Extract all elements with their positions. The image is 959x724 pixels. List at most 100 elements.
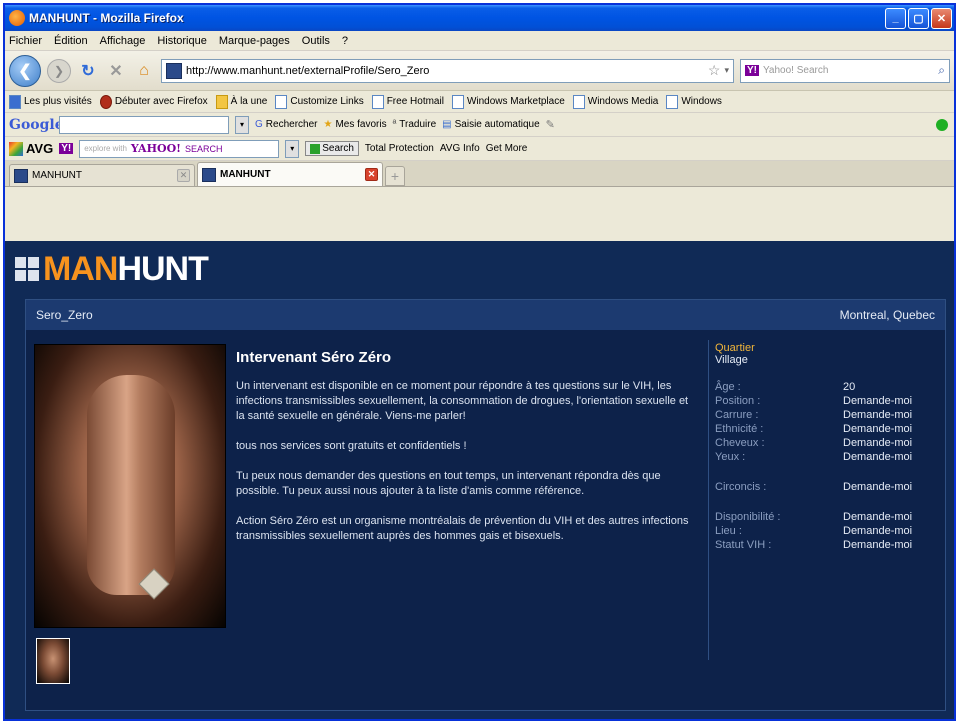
minimize-button[interactable]: _ [885,7,906,29]
avg-search-dropdown-icon[interactable]: ▾ [285,139,300,158]
google-g-icon: G [255,119,263,130]
menu-bar: Fichier Édition Affichage Historique Mar… [5,31,954,51]
avg-search-button-label: Search [322,143,354,154]
wrench-icon[interactable]: ✎ [546,118,555,131]
attr-value: Demande-moi [843,423,913,435]
firefox-icon [9,10,25,26]
google-logo[interactable]: Google [9,117,64,133]
yahoo-engine-icon[interactable]: Y! [745,65,759,76]
bookmark-label: Windows Media [587,96,659,107]
tab-close-icon[interactable]: ✕ [365,168,378,181]
tab-manhunt-2[interactable]: MANHUNT ✕ [197,162,383,186]
close-button[interactable]: ✕ [931,7,952,29]
bookmark-customize-links[interactable]: Customize Links [275,94,364,109]
translate-icon: ª [392,119,397,130]
menu-edition[interactable]: Édition [54,35,88,47]
bookmark-windows[interactable]: Windows [666,94,722,109]
avg-logo[interactable]: AVG [9,141,53,156]
avg-total-protection[interactable]: Total Protection [365,143,434,154]
attr-key: Ethnicité : [715,423,764,435]
menu-outils[interactable]: Outils [302,35,330,47]
attr-value: 20 [843,381,856,393]
avg-info[interactable]: AVG Info [440,143,480,154]
back-button[interactable]: ❮ [9,54,41,87]
google-dropdown-icon[interactable]: ▾ [235,115,249,134]
attr-row: Position : Demande-moi [715,394,938,408]
bookmark-free-hotmail[interactable]: Free Hotmail [371,94,444,109]
google-saisie-automatique[interactable]: ▤ Saisie automatique [442,119,540,130]
attr-row: Cheveux : Demande-moi [715,436,938,450]
google-rechercher[interactable]: G Rechercher [255,119,317,130]
search-bar[interactable]: Y! Yahoo! Search ⌕ [740,58,950,83]
google-mes-favoris[interactable]: ★ Mes favoris [323,119,386,130]
attr-row: Carrure : Demande-moi [715,408,938,422]
avg-search-button[interactable]: Search [305,141,359,156]
url-dropdown-icon[interactable]: ▾ [724,65,729,76]
attr-key: Circoncis : [715,481,767,493]
stop-icon[interactable]: ✕ [105,60,127,82]
manhunt-logo[interactable]: MANHUNT [15,249,209,289]
quartier-value: Village [715,354,748,366]
star-icon: ★ [323,119,333,130]
attr-key: Âge : [715,381,741,393]
menu-affichage[interactable]: Affichage [100,35,146,47]
bookmark-star-icon[interactable]: ☆ [708,62,721,79]
profile-description: Intervenant Séro Zéro Un intervenant est… [236,350,696,559]
attr-value: Demande-moi [843,395,913,407]
rss-feed-icon [215,94,228,109]
browser-window: MANHUNT - Mozilla Firefox _ ▢ ✕ Fichier … [3,3,956,721]
google-item-label: Mes favoris [335,119,387,130]
reload-icon[interactable]: ↻ [77,60,99,82]
menu-help[interactable]: ? [342,35,348,47]
description-paragraph: Action Séro Zéro est un organisme montré… [236,515,689,542]
bookmark-label: À la une [230,96,268,107]
status-green-icon[interactable] [936,118,948,131]
google-traduire[interactable]: ª Traduire [393,119,437,130]
attr-value: Demande-moi [843,481,913,493]
search-icon[interactable]: ⌕ [938,63,945,78]
maximize-button[interactable]: ▢ [908,7,929,29]
avg-get-more[interactable]: Get More [486,143,528,154]
bookmark-les-plus-visites[interactable]: Les plus visités [9,94,92,109]
yahoo-icon[interactable]: Y! [59,143,74,154]
page-icon [666,94,679,109]
url-text: http://www.manhunt.net/externalProfile/S… [186,64,430,77]
attr-value: Demande-moi [843,525,913,537]
bookmark-a-la-une[interactable]: À la une [215,94,268,109]
tab-favicon-icon [14,168,28,183]
menu-marque-pages[interactable]: Marque-pages [219,35,290,47]
menu-historique[interactable]: Historique [157,35,207,47]
tab-manhunt-1[interactable]: MANHUNT ✕ [9,164,195,186]
tab-close-icon[interactable]: ✕ [177,169,190,182]
attr-key: Statut VIH : [715,539,772,551]
attr-row: Circoncis : Demande-moi [715,480,938,494]
avg-yahoo-search-input[interactable]: explore with YAHOO! SEARCH [79,139,280,158]
google-item-label: Saisie automatique [454,119,540,130]
firefox-bookmark-icon [99,94,112,109]
forward-button[interactable]: ❯ [47,58,71,83]
url-bar[interactable]: http://www.manhunt.net/externalProfile/S… [161,58,734,83]
quartier-label: Quartier [715,342,755,354]
description-paragraph: Un intervenant est disponible en ce mome… [236,380,689,422]
menu-fichier[interactable]: Fichier [9,35,42,47]
photo-thumbnail[interactable] [36,638,70,684]
bookmark-windows-media[interactable]: Windows Media [572,94,659,109]
home-icon[interactable]: ⌂ [133,60,155,82]
profile-photo[interactable] [34,344,226,628]
attr-key: Disponibilité : [715,511,781,523]
profile-username: Sero_Zero [36,308,93,322]
profile-headline: Intervenant Séro Zéro [236,349,392,366]
profile-box: Sero_Zero Montreal, Quebec Intervenant S… [25,299,946,711]
window-title: MANHUNT - Mozilla Firefox [29,11,184,25]
bookmark-label: Débuter avec Firefox [114,96,208,107]
bookmark-label: Customize Links [290,96,364,107]
google-search-input[interactable] [59,115,229,134]
google-item-label: Traduire [399,119,437,130]
bookmark-windows-marketplace[interactable]: Windows Marketplace [451,94,565,109]
new-tab-button[interactable]: + [385,166,405,186]
page-icon [275,94,288,109]
profile-location: Montreal, Quebec [839,308,935,322]
avg-logo-text: AVG [26,141,54,156]
bookmark-label: Windows [681,96,722,107]
bookmark-debuter-avec-firefox[interactable]: Débuter avec Firefox [99,94,208,109]
